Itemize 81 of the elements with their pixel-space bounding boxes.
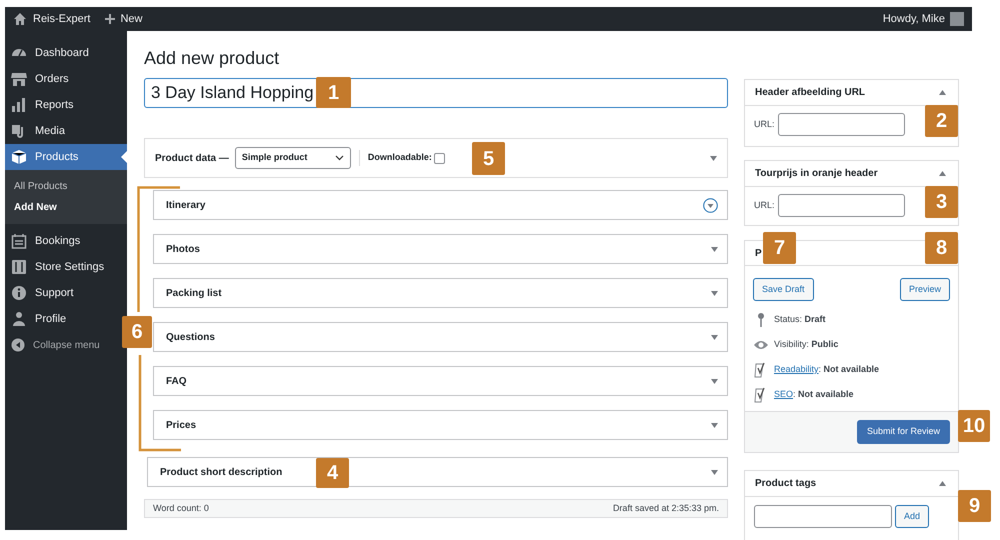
downloadable-checkbox[interactable] (434, 152, 445, 164)
publish-status-text: Visibility: Public (774, 338, 838, 351)
panel-title: Product short description (160, 466, 282, 480)
collapsible-panel[interactable]: Photos (153, 234, 728, 264)
panel-label: Product data — (155, 152, 229, 166)
sidebar-item[interactable]: Reports (5, 92, 121, 118)
collapse-triangle-icon (939, 90, 946, 95)
house-icon (13, 12, 27, 26)
add-tag-button[interactable]: Add (895, 505, 930, 528)
collapse-triangle-icon (710, 156, 717, 160)
account-greeting[interactable]: Howdy, Mike (882, 10, 945, 28)
box-title: Header afbeelding URL (755, 86, 866, 100)
save-status: Draft saved at 2:35:33 pm. (612, 502, 719, 515)
box-title: Tourprijs in oranje header (755, 167, 878, 181)
collapsible-panel[interactable]: Packing list (153, 278, 728, 308)
collapse-triangle-icon (939, 481, 946, 486)
info-icon (11, 285, 27, 301)
sidebar-item[interactable]: Dashboard (5, 40, 121, 66)
sidebar-item[interactable]: Store Settings (5, 254, 121, 280)
panel-title: Photos (166, 242, 200, 256)
callout-number: 1 (316, 77, 351, 108)
submenu-item[interactable]: Add New (5, 197, 127, 218)
plus-icon (104, 13, 116, 25)
collapse-triangle-icon (711, 470, 718, 474)
sidebar-item[interactable]: Support (5, 280, 121, 306)
publish-status-text: Readability: Not available (774, 362, 880, 376)
bar-chart-icon (11, 97, 27, 113)
tag-field[interactable] (754, 505, 892, 528)
save-draft-button[interactable]: Save Draft (753, 278, 814, 301)
site-name-link[interactable]: Reis-Expert (33, 10, 90, 28)
panel-title: Questions (166, 330, 215, 344)
box-icon (11, 149, 27, 165)
field-label: URL: (754, 118, 775, 131)
collapse-triangle-icon (939, 171, 946, 176)
panel-title: Prices (166, 418, 196, 432)
chevron-down-icon (334, 155, 344, 161)
product-type-dropdown[interactable]: Simple product (234, 147, 351, 169)
help-link[interactable]: SEO (774, 388, 794, 399)
current-pointer-icon (121, 151, 127, 163)
sidebar-item[interactable]: Bookings (5, 228, 121, 254)
help-link[interactable]: Readability (774, 364, 819, 374)
new-link[interactable]: New (120, 10, 142, 28)
callout-number: 7 (763, 232, 796, 264)
submenu-item[interactable]: All Products (5, 176, 127, 197)
callout-number: 6 (122, 316, 152, 348)
collapsible-panel[interactable]: Itinerary (153, 190, 728, 220)
box-title: P (755, 246, 762, 260)
preview-button[interactable]: Preview (900, 278, 950, 301)
person-icon (11, 311, 27, 327)
sliders-icon (11, 259, 27, 275)
collapsible-panel[interactable]: Questions (153, 322, 728, 352)
callout-number: 10 (958, 410, 990, 442)
callout-number: 8 (925, 232, 958, 264)
callout-number: 4 (316, 458, 349, 488)
checkbox-label: Downloadable: (368, 151, 432, 164)
submit-for-review-button[interactable]: Submit for Review (856, 420, 950, 444)
collapsible-panel[interactable]: FAQ (153, 366, 728, 396)
field-label: URL: (754, 198, 775, 212)
publish-status-text: Status: Draft (774, 312, 826, 326)
sidebar-item[interactable]: Products (5, 144, 127, 170)
sidebar-item[interactable]: Profile (5, 306, 121, 332)
callout-number: 3 (925, 186, 958, 218)
publish-status-text: SEO: Not available (774, 388, 854, 401)
collapsible-panel[interactable]: Prices (153, 410, 728, 440)
collapse-menu-button[interactable]: Collapse menu (5, 332, 121, 358)
word-count: Word count: 0 (153, 502, 209, 515)
callout-number: 2 (925, 105, 958, 137)
url-field[interactable] (778, 113, 905, 136)
avatar-placeholder (950, 12, 964, 26)
box-title: Product tags (755, 477, 816, 491)
page-title: Add new product (144, 47, 280, 70)
calendar-icon (11, 233, 27, 249)
callout-number: 5 (472, 142, 505, 175)
sidebar-item[interactable]: Media (5, 118, 121, 144)
sidebar-item[interactable]: Orders (5, 66, 121, 92)
storefront-icon (11, 71, 27, 87)
panel-title: FAQ (166, 374, 187, 388)
panel-title: Packing list (166, 286, 222, 300)
panel-title: Itinerary (166, 198, 206, 212)
callout-number: 9 (958, 490, 991, 522)
url-field[interactable] (778, 194, 905, 217)
